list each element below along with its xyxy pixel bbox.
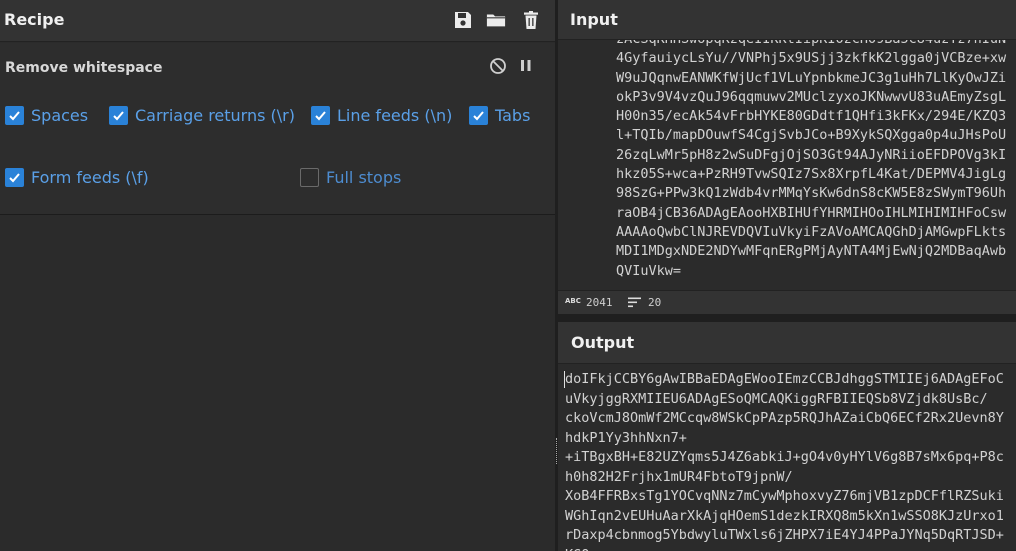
output-header: Output [558,322,1016,364]
pane-separator[interactable] [558,314,1016,322]
checkbox-checked-icon[interactable] [469,106,488,125]
checkbox-unchecked-icon[interactable] [300,168,319,187]
text-cursor [564,371,565,388]
recipe-title: Recipe [4,10,65,29]
output-title: Output [571,333,635,352]
option-line-feeds[interactable]: Line feeds (\n) [311,106,452,125]
abc-icon: ABC [565,297,581,305]
save-icon[interactable] [453,10,473,30]
trash-icon[interactable] [521,10,541,30]
output-textarea[interactable]: doIFkjCCBY6gAwIBBaEDAgEWooIEmzCCBJdhggST… [565,370,1016,551]
pause-icon[interactable] [519,58,533,74]
option-label: Carriage returns (\r) [135,106,295,125]
checkbox-checked-icon[interactable] [109,106,128,125]
folder-icon[interactable] [486,10,506,30]
option-label: Tabs [495,106,531,125]
disable-icon[interactable] [489,57,507,75]
option-full-stops[interactable]: Full stops [300,168,401,187]
checkbox-checked-icon[interactable] [5,106,24,125]
input-panel: zACSqKHHSwopqKzqeIIKKtIipKIOzcHO9Ba5c84u… [558,0,1016,314]
char-count: 2041 [586,296,613,309]
checkbox-checked-icon[interactable] [311,106,330,125]
operation-card: Remove whitespace Spaces Carriage return… [0,43,555,215]
operation-title: Remove whitespace [5,60,163,76]
recipe-panel: Recipe Remove whitespace Spaces Carriage… [0,0,555,551]
input-header: Input [558,0,1016,40]
input-textarea[interactable]: zACSqKHHSwopqKzqeIIKKtIipKIOzcHO9Ba5c84u… [616,30,1016,288]
option-label: Line feeds (\n) [337,106,453,125]
input-title: Input [570,10,618,29]
line-count: 20 [648,296,662,309]
lines-icon [628,297,641,308]
checkbox-checked-icon[interactable] [5,168,24,187]
recipe-drop-area[interactable] [0,216,555,551]
option-label: Form feeds (\f) [31,168,149,187]
option-label: Full stops [326,168,402,187]
option-label: Spaces [31,106,89,125]
option-carriage-returns[interactable]: Carriage returns (\r) [109,106,295,125]
option-spaces[interactable]: Spaces [5,106,88,125]
output-panel: Output doIFkjCCBY6gAwIBBaEDAgEWooIEmzCCB… [558,322,1016,551]
option-form-feeds[interactable]: Form feeds (\f) [5,168,149,187]
option-tabs[interactable]: Tabs [469,106,530,125]
recipe-header: Recipe [0,0,555,42]
input-status-bar: ABC 2041 20 [558,290,1016,314]
